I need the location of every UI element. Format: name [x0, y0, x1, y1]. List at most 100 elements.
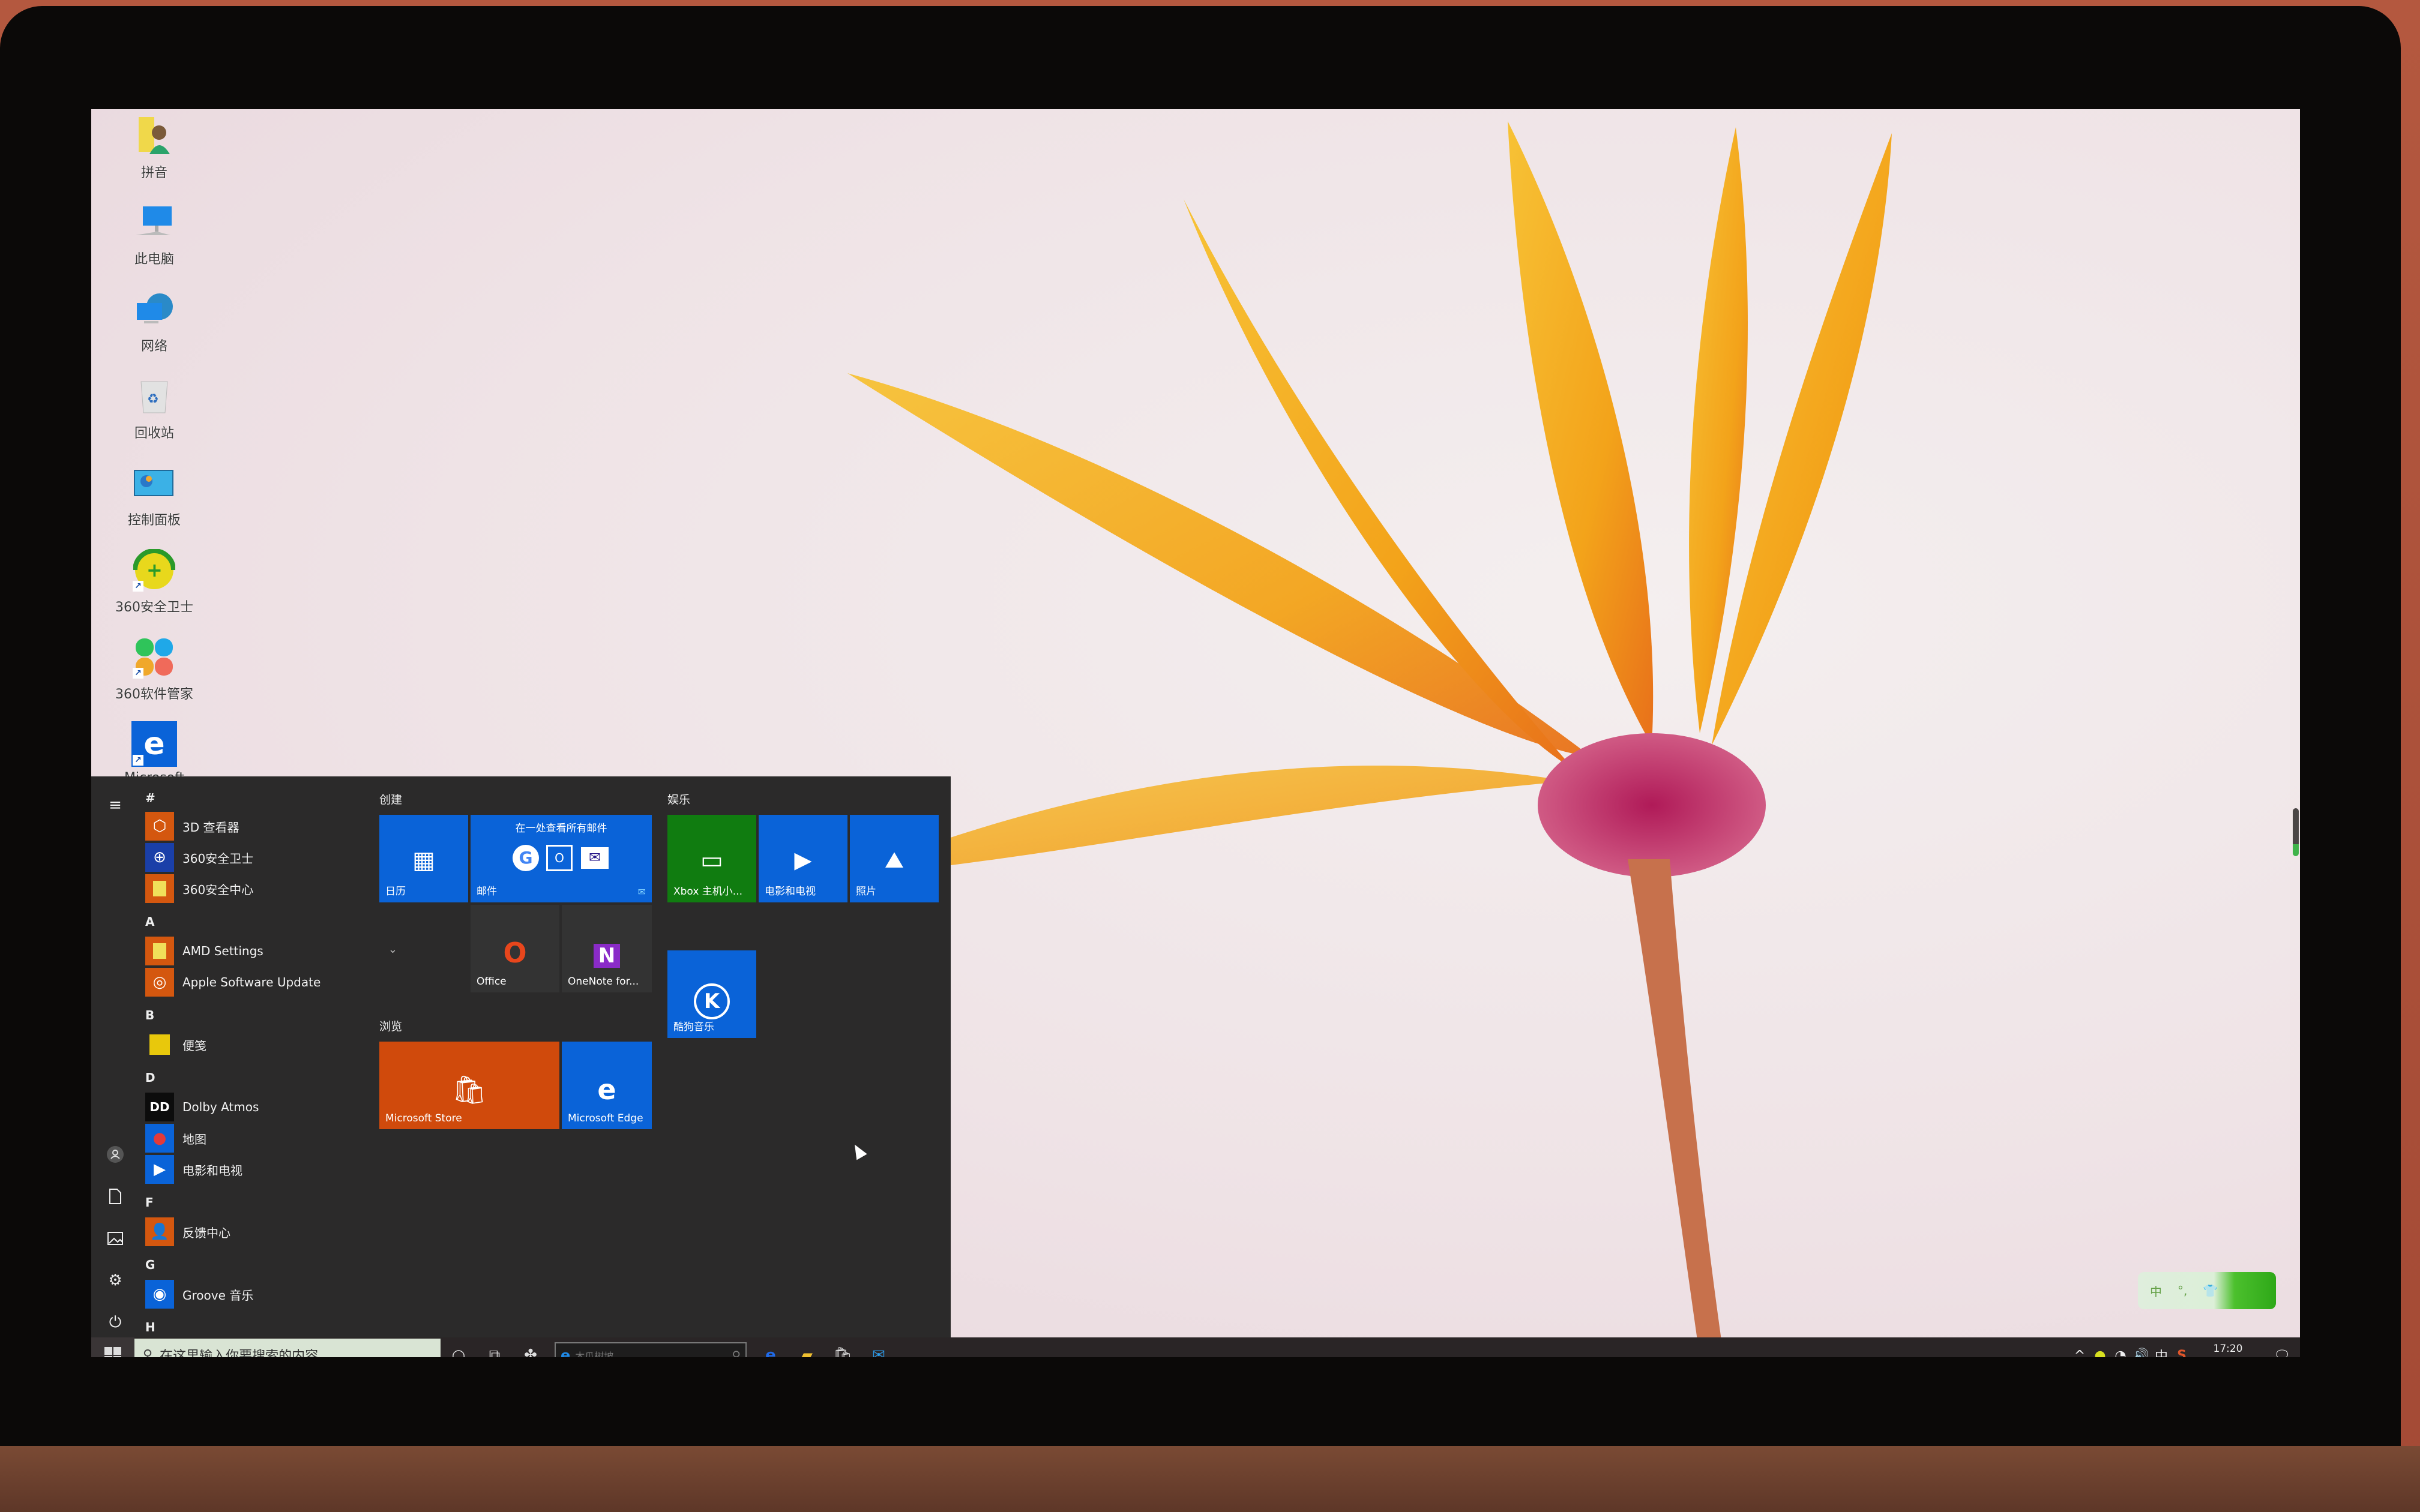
- section-header-browse[interactable]: 浏览: [379, 1018, 402, 1034]
- tile-xbox[interactable]: ▭ Xbox 主机小...: [667, 815, 756, 902]
- mail-icon: ✉: [872, 1346, 885, 1357]
- 3d-viewer-icon: ⬡: [145, 812, 174, 841]
- volume-icon[interactable]: 🔊: [2131, 1348, 2151, 1358]
- folder-icon: [145, 937, 174, 965]
- section-header-create[interactable]: 创建: [379, 791, 402, 807]
- section-header-entertainment[interactable]: 娱乐: [667, 791, 690, 807]
- store-bag-icon: 🛍: [832, 1346, 853, 1357]
- tile-photos[interactable]: ⛰ 照片: [850, 815, 939, 902]
- group-header[interactable]: H: [145, 1320, 155, 1334]
- desktop-icon-recycle-bin[interactable]: ♻ 回收站: [103, 373, 205, 457]
- sogou-ime-icon[interactable]: S: [2172, 1348, 2192, 1358]
- screen: 拼音 此电脑 网络 ♻ 回收站 控制面板 + ↗ 360安全卫士 ↗ 360软件…: [91, 109, 2300, 1357]
- taskbar-search-box[interactable]: ⚲ 在这里输入你要搜索的内容: [134, 1339, 441, 1357]
- desktop-icon-this-pc[interactable]: 此电脑: [103, 199, 205, 283]
- taskbar-mail[interactable]: ✉: [861, 1337, 897, 1357]
- ime-language-toggle[interactable]: 中: [2150, 1282, 2162, 1300]
- pictures-button[interactable]: [101, 1224, 130, 1253]
- power-button[interactable]: ⏻: [101, 1308, 130, 1337]
- shirt-icon[interactable]: 👕: [2203, 1283, 2218, 1298]
- gear-icon: ⚙: [108, 1271, 122, 1289]
- clock[interactable]: 17:20 2020/9/26: [2192, 1342, 2264, 1357]
- tile-area: 创建 ▦ 日历 在一处查看所有邮件 G O ✉ 邮件 ✉ O Office N …: [379, 776, 950, 1337]
- desktop-icon-360-safe[interactable]: + ↗ 360安全卫士: [103, 547, 205, 631]
- taskbar-file-explorer[interactable]: ▰: [789, 1337, 825, 1357]
- taskbar-store[interactable]: 🛍: [825, 1337, 861, 1357]
- app-item[interactable]: ▶ 电影和电视: [145, 1154, 373, 1184]
- tile-calendar[interactable]: ▦ 日历: [379, 815, 468, 902]
- app-folder[interactable]: AMD Settings ⌄: [145, 936, 397, 966]
- documents-button[interactable]: [101, 1182, 130, 1211]
- app-folder[interactable]: 360安全中心 ⌄: [145, 874, 397, 904]
- app-item[interactable]: 便笺: [145, 1030, 373, 1060]
- tile-office[interactable]: O Office: [471, 905, 559, 992]
- pinwheel-app-button[interactable]: ✤: [513, 1337, 549, 1357]
- address-placeholder: 木瓜树坡: [575, 1351, 614, 1357]
- taskbar-address-bar[interactable]: e 木瓜树坡 ⚲: [555, 1342, 747, 1357]
- desktop-icon-user-folder[interactable]: 拼音: [103, 113, 205, 197]
- document-icon: [109, 1189, 121, 1204]
- edge-icon: e ↗: [131, 721, 177, 767]
- dolby-icon: DD: [145, 1093, 174, 1121]
- app-item[interactable]: DD Dolby Atmos: [145, 1092, 373, 1122]
- desktop-icon-label: 网络: [140, 339, 167, 354]
- group-header[interactable]: F: [145, 1195, 154, 1210]
- chevron-up-icon[interactable]: ^: [2069, 1348, 2090, 1358]
- tile-microsoft-edge[interactable]: e Microsoft Edge: [562, 1042, 652, 1129]
- group-header[interactable]: G: [145, 1258, 155, 1272]
- search-placeholder: 在这里输入你要搜索的内容: [160, 1349, 319, 1357]
- user-account-button[interactable]: [101, 1140, 130, 1169]
- scroll-indicator[interactable]: [2293, 808, 2299, 856]
- search-icon[interactable]: ⚲: [732, 1348, 741, 1357]
- svg-text:♻: ♻: [147, 392, 159, 407]
- app-item[interactable]: ◎ Apple Software Update: [145, 967, 373, 997]
- group-header[interactable]: B: [145, 1008, 154, 1022]
- desktop-icon-label: 360安全卫士: [115, 600, 193, 615]
- app-label: 便笺: [182, 1038, 206, 1053]
- start-button[interactable]: [91, 1337, 134, 1357]
- action-center-icon[interactable]: 🗨: [2264, 1348, 2300, 1358]
- hamburger-menu-button[interactable]: ≡: [101, 791, 130, 820]
- desktop-icon-360-software-manager[interactable]: ↗ 360软件管家: [103, 634, 205, 718]
- 360-safe-icon: ⊕: [145, 843, 174, 872]
- cortana-button[interactable]: ○: [441, 1337, 477, 1357]
- desktop-icon-label: 此电脑: [134, 252, 174, 267]
- system-tray: ^ ● ◔ 🔊 中 S 17:20 2020/9/26 🗨: [2069, 1337, 2300, 1357]
- movies-play-icon: ▶: [145, 1155, 174, 1184]
- ime-punctuation-toggle[interactable]: °,: [2178, 1283, 2187, 1298]
- tile-kugou-music[interactable]: K 酷狗音乐: [667, 950, 756, 1038]
- shortcut-arrow-icon: ↗: [133, 668, 143, 679]
- clock-time: 17:20: [2213, 1343, 2243, 1355]
- taskbar-edge[interactable]: e: [753, 1337, 789, 1357]
- wifi-icon[interactable]: ◔: [2110, 1348, 2131, 1358]
- cortana-circle-icon: ○: [451, 1346, 466, 1357]
- app-label: AMD Settings: [182, 944, 263, 958]
- app-item[interactable]: ⊕ 360安全卫士: [145, 842, 373, 872]
- mail-badge-icon: ✉: [637, 886, 646, 898]
- app-item[interactable]: ⬡ 3D 查看器: [145, 811, 373, 841]
- app-item[interactable]: ◉ Groove 音乐: [145, 1279, 373, 1309]
- tile-label: OneNote for...: [568, 976, 639, 988]
- start-menu: ≡ ⚙ ⏻ # ⬡ 3D 查看器 ⊕ 360安全卫士 360安全中心 A AMD…: [91, 776, 951, 1337]
- app-label: 电影和电视: [182, 1163, 242, 1178]
- 360-safe-icon: + ↗: [131, 547, 177, 593]
- app-item[interactable]: 👤 反馈中心: [145, 1217, 373, 1247]
- task-view-button[interactable]: ⧉: [477, 1337, 513, 1358]
- group-header[interactable]: A: [145, 914, 154, 929]
- tile-movies-tv[interactable]: ▶ 电影和电视: [759, 815, 847, 902]
- 360-tray-icon[interactable]: ●: [2090, 1348, 2110, 1358]
- app-item[interactable]: ● 地图: [145, 1123, 373, 1153]
- ime-toolbar[interactable]: 中 °, 👕: [2138, 1272, 2276, 1309]
- desktop-icon-control-panel[interactable]: 控制面板: [103, 460, 205, 544]
- group-header[interactable]: #: [145, 791, 155, 805]
- settings-button[interactable]: ⚙: [101, 1266, 130, 1295]
- app-label: 反馈中心: [182, 1225, 230, 1240]
- group-header[interactable]: D: [145, 1070, 155, 1085]
- tile-microsoft-store[interactable]: 🛍 Microsoft Store: [379, 1042, 559, 1129]
- tile-onenote[interactable]: N OneNote for...: [562, 905, 652, 992]
- tile-label: 邮件: [477, 886, 497, 898]
- tile-mail[interactable]: 在一处查看所有邮件 G O ✉ 邮件 ✉: [471, 815, 652, 902]
- ime-indicator[interactable]: 中: [2151, 1346, 2172, 1357]
- desktop-icon-network[interactable]: 网络: [103, 286, 205, 370]
- app-label: 360安全卫士: [182, 851, 254, 866]
